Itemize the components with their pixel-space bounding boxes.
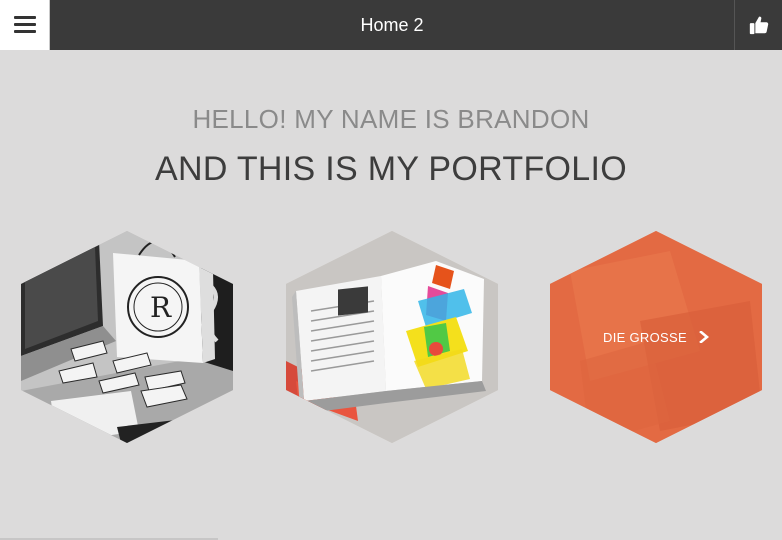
portfolio-heading: AND THIS IS MY PORTFOLIO	[155, 150, 627, 188]
menu-button[interactable]	[0, 0, 50, 50]
thumbs-up-icon	[749, 16, 768, 35]
open-magazine-photo	[286, 231, 498, 443]
greeting-heading: HELLO! MY NAME IS BRANDON	[192, 104, 590, 134]
hamburger-menu-icon	[13, 16, 36, 34]
project-label: DIE GROSSE	[603, 329, 687, 345]
top-bar: Home 2	[0, 0, 782, 50]
chevron-right-icon	[699, 331, 709, 343]
portfolio-item-branding[interactable]: R	[21, 231, 233, 443]
svg-text:R: R	[150, 291, 172, 324]
project-overlay: DIE GROSSE	[550, 231, 762, 443]
portfolio-item-die-grosse[interactable]: DIE GROSSE	[550, 231, 762, 443]
page-title: Home 2	[360, 15, 424, 35]
portfolio-item-magazine[interactable]	[286, 231, 498, 443]
like-button[interactable]	[734, 0, 782, 50]
branding-stationery-photo: R	[21, 231, 233, 443]
